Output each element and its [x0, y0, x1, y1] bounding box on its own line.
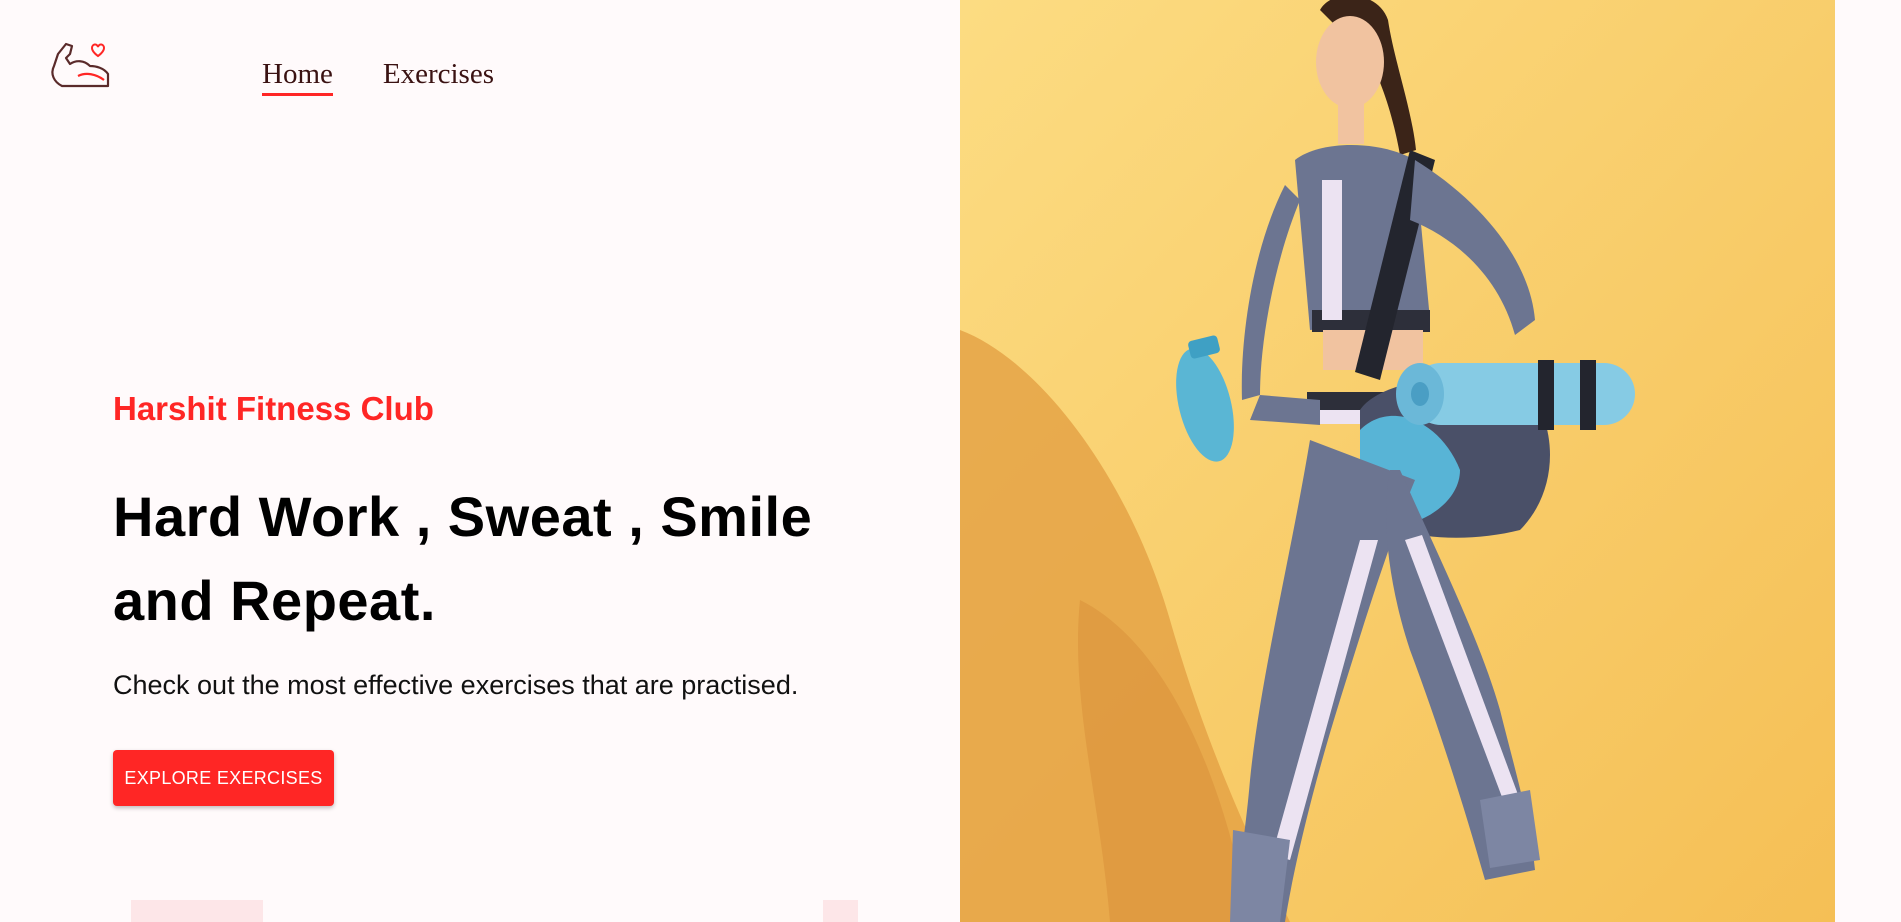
- headline-line-2: and Repeat.: [113, 569, 436, 632]
- nav-link-home[interactable]: Home: [262, 58, 333, 96]
- headline-line-1: Hard Work , Sweat , Smile: [113, 485, 813, 548]
- main-nav: Home Exercises: [262, 58, 494, 96]
- hero-banner-image: [960, 0, 1835, 922]
- decorative-block: [131, 900, 263, 922]
- hero-headline: Hard Work , Sweat , Smile and Repeat.: [113, 475, 873, 643]
- brand-title: Harshit Fitness Club: [113, 390, 434, 427]
- explore-exercises-button[interactable]: EXPLORE EXERCISES: [113, 750, 334, 806]
- hero-subtext: Check out the most effective exercises t…: [113, 670, 799, 700]
- nav-link-exercises[interactable]: Exercises: [383, 58, 494, 96]
- logo-icon[interactable]: [48, 38, 110, 94]
- decorative-block: [823, 900, 858, 922]
